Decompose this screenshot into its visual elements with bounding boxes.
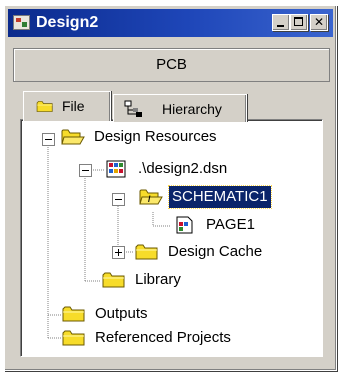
orcad-project-icon[interactable] <box>13 15 30 30</box>
tree-item-label: Design Cache <box>168 243 263 260</box>
tab-file[interactable]: File <box>23 91 111 121</box>
collapse-design-file-toggle[interactable] <box>79 164 92 177</box>
collapse-design-resources-toggle[interactable] <box>42 133 55 146</box>
tree-item-library[interactable]: Library <box>102 269 252 291</box>
minimize-icon <box>277 25 284 27</box>
tree-item-label: PAGE1 <box>206 216 255 233</box>
tab-file-label: File <box>62 98 85 114</box>
tree-item-referenced-projects[interactable]: Referenced Projects <box>62 327 312 349</box>
tab-hierarchy[interactable]: Hierarchy <box>113 94 247 122</box>
window-title: Design2 <box>36 14 99 31</box>
tree-item-design-file[interactable]: .\design2.dsn <box>105 158 305 180</box>
tree-item-label: Design Resources <box>94 128 217 145</box>
folder-icon <box>102 271 126 289</box>
expand-design-cache-toggle[interactable] <box>112 246 125 259</box>
close-button[interactable]: ✕ <box>310 14 328 31</box>
folder-icon <box>35 100 55 113</box>
folder-icon <box>62 329 86 347</box>
title-bar[interactable]: Design2 ✕ <box>8 9 333 37</box>
tab-hierarchy-label: Hierarchy <box>162 101 222 117</box>
folder-icon <box>135 243 159 261</box>
hierarchy-icon <box>124 100 142 117</box>
tree-item-label: .\design2.dsn <box>138 160 228 177</box>
design-file-icon <box>106 160 126 178</box>
maximize-icon <box>294 17 303 26</box>
maximize-button[interactable] <box>290 14 308 31</box>
schematic-page-icon <box>176 216 193 234</box>
tree-item-label: Referenced Projects <box>95 329 231 346</box>
tree-item-design-resources[interactable]: Design Resources <box>61 126 261 148</box>
design2-project-window: Design2 ✕ PCB File Hierarchy Design Reso… <box>4 5 337 371</box>
project-tree-panel[interactable]: Design Resources .\design2.dsn / SCHEMAT… <box>20 119 323 357</box>
tree-item-schematic[interactable]: / SCHEMATIC1 <box>139 185 322 209</box>
folder-icon <box>62 305 86 323</box>
minimize-button[interactable] <box>272 14 290 31</box>
tree-item-page[interactable]: PAGE1 <box>173 214 322 236</box>
tree-item-label: Outputs <box>95 305 148 322</box>
collapse-schematic-toggle[interactable] <box>112 193 125 206</box>
pcb-header-bar[interactable]: PCB <box>13 48 330 82</box>
tree-item-label: SCHEMATIC1 <box>168 185 272 209</box>
tree-item-outputs[interactable]: Outputs <box>62 303 212 325</box>
close-icon: ✕ <box>313 15 325 29</box>
tree-item-design-cache[interactable]: Design Cache <box>135 241 315 263</box>
schematic-folder-icon: / <box>139 188 163 206</box>
pcb-label: PCB <box>156 56 187 73</box>
tree-item-label: Library <box>135 271 181 288</box>
folder-open-icon <box>61 128 85 146</box>
